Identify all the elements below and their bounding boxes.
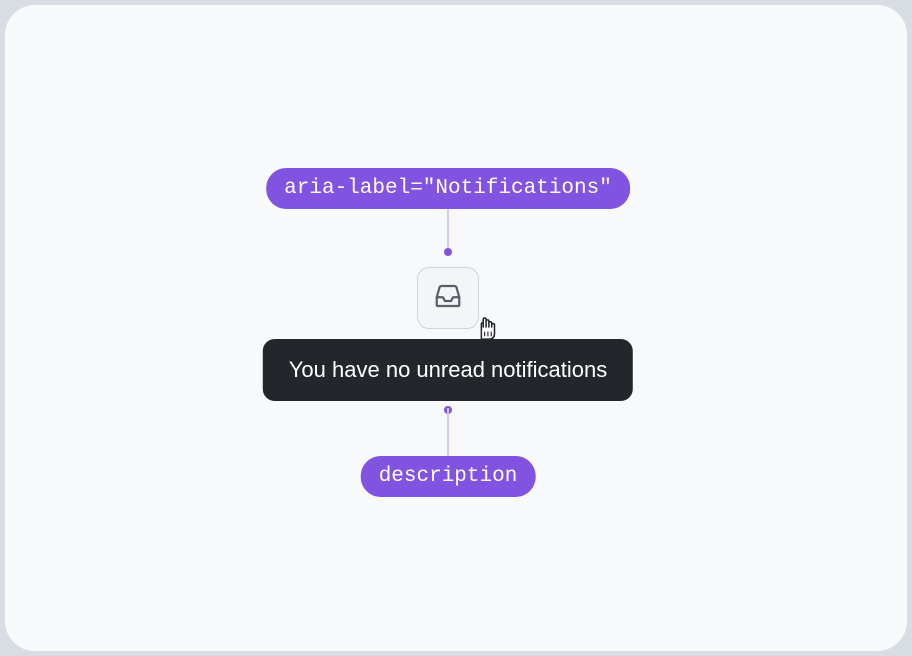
connector-dot-top — [444, 248, 452, 256]
aria-label-annotation-pill: aria-label="Notifications" — [266, 168, 630, 209]
diagram-canvas: aria-label="Notifications" You have no u… — [3, 3, 909, 653]
connector-line-bottom — [447, 408, 449, 458]
notifications-button[interactable] — [417, 267, 479, 329]
description-annotation-pill: description — [361, 456, 536, 497]
inbox-icon — [433, 281, 463, 316]
notifications-tooltip: You have no unread notifications — [263, 339, 633, 401]
pointer-cursor-icon — [472, 311, 502, 341]
